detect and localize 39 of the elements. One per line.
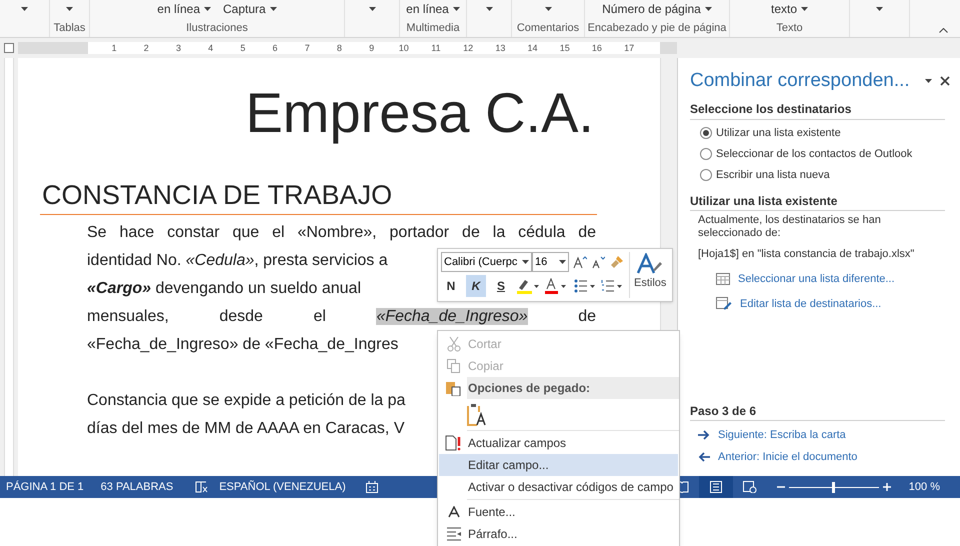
document-heading: CONSTANCIA DE TRABAJO <box>42 179 394 212</box>
ruler-number: 2 <box>142 42 150 54</box>
data-source-text: [Hoja1$] en "lista constancia de trabajo.xlsx" <box>697 247 916 262</box>
ruler-number: 6 <box>272 42 279 54</box>
ruler-number: 12 <box>462 42 474 54</box>
menu-section-header: Opciones de pegado: <box>467 377 679 399</box>
section-heading: Paso 3 de 6 <box>690 404 756 418</box>
ruler-number: 8 <box>336 42 343 54</box>
ribbon-group-label: Multimedia <box>406 21 460 35</box>
ribbon-group-label: Comentarios <box>516 21 580 35</box>
ribbon-group-label: Encabezado y pie de página <box>588 21 726 35</box>
ribbon-group-label: Texto <box>776 21 803 35</box>
ruler-number: 10 <box>398 42 410 54</box>
ruler-number: 17 <box>623 42 636 54</box>
paragraph-line: «Fecha_de_Ingreso» de «Fecha_de_Ingres <box>87 335 398 355</box>
ruler-number: 11 <box>430 42 442 54</box>
paragraph-line: días del mes de MM de AAAA en Caracas, V <box>87 419 404 439</box>
paragraph-line: mensuales, desde el «Fecha_de_Ingreso» de <box>87 307 596 327</box>
ruler-number: 13 <box>494 42 506 54</box>
ruler-number: 4 <box>207 42 214 54</box>
paragraph-line: «Cargo» devengando un sueldo anual <box>87 279 361 299</box>
document-title: Empresa C.A. <box>244 81 595 145</box>
pane-title: Combinar corresponden... <box>690 69 911 93</box>
ruler-number: 14 <box>526 42 539 54</box>
paragraph-line: Constancia que se expide a petición de la pa <box>87 391 406 411</box>
ribbon-group-label: Ilustraciones <box>186 21 248 35</box>
ruler-number: 3 <box>174 42 182 54</box>
section-heading: Utilizar una lista existente <box>690 194 838 208</box>
paragraph-line: identidad No. «Cedula», presta servicios a <box>87 251 388 271</box>
paragraph-line: Se hace constar que el «Nombre», portador de la cédula de <box>87 223 596 243</box>
ruler-number: 15 <box>558 42 571 54</box>
section-heading: Seleccione los destinatarios <box>690 102 852 116</box>
ruler-number: 16 <box>590 42 603 54</box>
ruler-number: 7 <box>304 42 311 54</box>
ruler-number: 5 <box>239 42 246 54</box>
ribbon-group-label: Tablas <box>54 21 86 35</box>
description-text: Actualmente, los destinatarios se han seleccionado de: <box>697 214 882 240</box>
ruler-number: 9 <box>368 42 376 54</box>
ruler-number: 1 <box>110 42 118 54</box>
